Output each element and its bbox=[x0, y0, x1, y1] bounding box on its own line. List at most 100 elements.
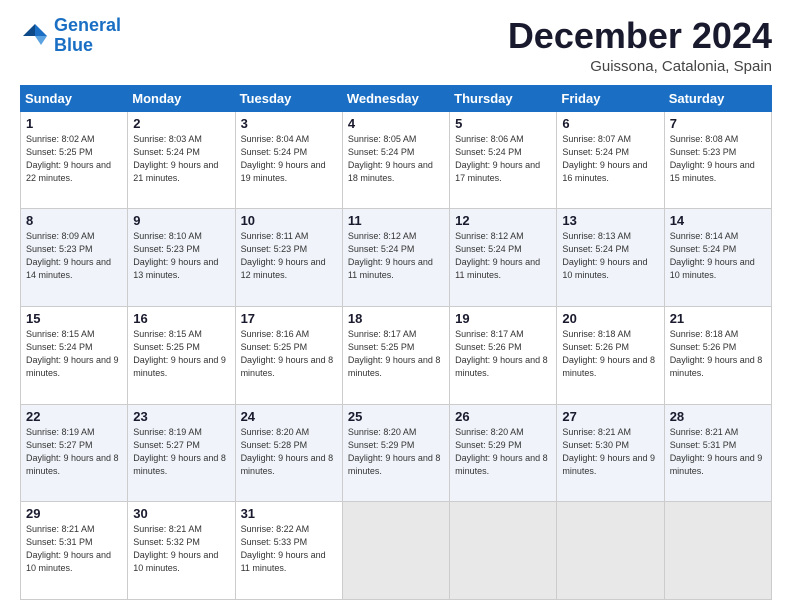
day-info: Sunrise: 8:13 AMSunset: 5:24 PMDaylight:… bbox=[562, 231, 647, 280]
calendar-cell: 25 Sunrise: 8:20 AMSunset: 5:29 PMDaylig… bbox=[342, 404, 449, 502]
day-number: 19 bbox=[455, 311, 551, 326]
day-number: 13 bbox=[562, 213, 658, 228]
calendar-cell: 20 Sunrise: 8:18 AMSunset: 5:26 PMDaylig… bbox=[557, 306, 664, 404]
day-number: 17 bbox=[241, 311, 337, 326]
col-sunday: Sunday bbox=[21, 85, 128, 111]
day-info: Sunrise: 8:03 AMSunset: 5:24 PMDaylight:… bbox=[133, 134, 218, 183]
day-number: 1 bbox=[26, 116, 122, 131]
col-thursday: Thursday bbox=[450, 85, 557, 111]
day-info: Sunrise: 8:17 AMSunset: 5:26 PMDaylight:… bbox=[455, 329, 548, 378]
col-saturday: Saturday bbox=[664, 85, 771, 111]
calendar-cell: 31 Sunrise: 8:22 AMSunset: 5:33 PMDaylig… bbox=[235, 502, 342, 600]
calendar-cell: 26 Sunrise: 8:20 AMSunset: 5:29 PMDaylig… bbox=[450, 404, 557, 502]
day-info: Sunrise: 8:18 AMSunset: 5:26 PMDaylight:… bbox=[562, 329, 655, 378]
calendar-cell: 17 Sunrise: 8:16 AMSunset: 5:25 PMDaylig… bbox=[235, 306, 342, 404]
calendar-week-2: 8 Sunrise: 8:09 AMSunset: 5:23 PMDayligh… bbox=[21, 209, 772, 307]
day-number: 16 bbox=[133, 311, 229, 326]
col-tuesday: Tuesday bbox=[235, 85, 342, 111]
calendar-cell: 30 Sunrise: 8:21 AMSunset: 5:32 PMDaylig… bbox=[128, 502, 235, 600]
day-number: 11 bbox=[348, 213, 444, 228]
calendar-week-1: 1 Sunrise: 8:02 AMSunset: 5:25 PMDayligh… bbox=[21, 111, 772, 209]
day-info: Sunrise: 8:07 AMSunset: 5:24 PMDaylight:… bbox=[562, 134, 647, 183]
day-number: 28 bbox=[670, 409, 766, 424]
weekday-header-row: Sunday Monday Tuesday Wednesday Thursday… bbox=[21, 85, 772, 111]
day-number: 9 bbox=[133, 213, 229, 228]
day-number: 10 bbox=[241, 213, 337, 228]
day-info: Sunrise: 8:18 AMSunset: 5:26 PMDaylight:… bbox=[670, 329, 763, 378]
day-number: 30 bbox=[133, 506, 229, 521]
day-info: Sunrise: 8:08 AMSunset: 5:23 PMDaylight:… bbox=[670, 134, 755, 183]
logo: General Blue bbox=[20, 16, 121, 56]
day-info: Sunrise: 8:20 AMSunset: 5:29 PMDaylight:… bbox=[455, 427, 548, 476]
calendar-cell: 11 Sunrise: 8:12 AMSunset: 5:24 PMDaylig… bbox=[342, 209, 449, 307]
day-info: Sunrise: 8:21 AMSunset: 5:31 PMDaylight:… bbox=[26, 524, 111, 573]
day-info: Sunrise: 8:05 AMSunset: 5:24 PMDaylight:… bbox=[348, 134, 433, 183]
calendar-cell: 28 Sunrise: 8:21 AMSunset: 5:31 PMDaylig… bbox=[664, 404, 771, 502]
day-number: 4 bbox=[348, 116, 444, 131]
calendar-cell bbox=[342, 502, 449, 600]
logo-icon bbox=[20, 21, 50, 51]
calendar-cell: 3 Sunrise: 8:04 AMSunset: 5:24 PMDayligh… bbox=[235, 111, 342, 209]
calendar-cell: 7 Sunrise: 8:08 AMSunset: 5:23 PMDayligh… bbox=[664, 111, 771, 209]
calendar-cell bbox=[450, 502, 557, 600]
calendar: Sunday Monday Tuesday Wednesday Thursday… bbox=[20, 85, 772, 600]
day-number: 24 bbox=[241, 409, 337, 424]
calendar-cell: 8 Sunrise: 8:09 AMSunset: 5:23 PMDayligh… bbox=[21, 209, 128, 307]
day-info: Sunrise: 8:19 AMSunset: 5:27 PMDaylight:… bbox=[26, 427, 119, 476]
page: General Blue December 2024 Guissona, Cat… bbox=[0, 0, 792, 612]
calendar-cell: 13 Sunrise: 8:13 AMSunset: 5:24 PMDaylig… bbox=[557, 209, 664, 307]
calendar-cell bbox=[664, 502, 771, 600]
day-number: 31 bbox=[241, 506, 337, 521]
day-number: 6 bbox=[562, 116, 658, 131]
day-number: 20 bbox=[562, 311, 658, 326]
day-number: 18 bbox=[348, 311, 444, 326]
day-number: 2 bbox=[133, 116, 229, 131]
day-info: Sunrise: 8:06 AMSunset: 5:24 PMDaylight:… bbox=[455, 134, 540, 183]
day-number: 15 bbox=[26, 311, 122, 326]
calendar-cell: 9 Sunrise: 8:10 AMSunset: 5:23 PMDayligh… bbox=[128, 209, 235, 307]
day-number: 29 bbox=[26, 506, 122, 521]
calendar-cell: 18 Sunrise: 8:17 AMSunset: 5:25 PMDaylig… bbox=[342, 306, 449, 404]
day-number: 26 bbox=[455, 409, 551, 424]
day-number: 22 bbox=[26, 409, 122, 424]
day-info: Sunrise: 8:11 AMSunset: 5:23 PMDaylight:… bbox=[241, 231, 326, 280]
calendar-cell: 16 Sunrise: 8:15 AMSunset: 5:25 PMDaylig… bbox=[128, 306, 235, 404]
day-info: Sunrise: 8:09 AMSunset: 5:23 PMDaylight:… bbox=[26, 231, 111, 280]
day-number: 12 bbox=[455, 213, 551, 228]
col-friday: Friday bbox=[557, 85, 664, 111]
header: General Blue December 2024 Guissona, Cat… bbox=[20, 16, 772, 75]
day-info: Sunrise: 8:20 AMSunset: 5:28 PMDaylight:… bbox=[241, 427, 334, 476]
calendar-body: 1 Sunrise: 8:02 AMSunset: 5:25 PMDayligh… bbox=[21, 111, 772, 599]
day-number: 27 bbox=[562, 409, 658, 424]
logo-text: General Blue bbox=[54, 16, 121, 56]
day-number: 3 bbox=[241, 116, 337, 131]
calendar-cell: 15 Sunrise: 8:15 AMSunset: 5:24 PMDaylig… bbox=[21, 306, 128, 404]
day-info: Sunrise: 8:17 AMSunset: 5:25 PMDaylight:… bbox=[348, 329, 441, 378]
calendar-cell: 29 Sunrise: 8:21 AMSunset: 5:31 PMDaylig… bbox=[21, 502, 128, 600]
day-info: Sunrise: 8:15 AMSunset: 5:24 PMDaylight:… bbox=[26, 329, 119, 378]
col-monday: Monday bbox=[128, 85, 235, 111]
day-info: Sunrise: 8:14 AMSunset: 5:24 PMDaylight:… bbox=[670, 231, 755, 280]
day-info: Sunrise: 8:16 AMSunset: 5:25 PMDaylight:… bbox=[241, 329, 334, 378]
day-info: Sunrise: 8:21 AMSunset: 5:32 PMDaylight:… bbox=[133, 524, 218, 573]
day-info: Sunrise: 8:22 AMSunset: 5:33 PMDaylight:… bbox=[241, 524, 326, 573]
day-number: 5 bbox=[455, 116, 551, 131]
month-title: December 2024 bbox=[508, 16, 772, 56]
day-number: 8 bbox=[26, 213, 122, 228]
day-info: Sunrise: 8:15 AMSunset: 5:25 PMDaylight:… bbox=[133, 329, 226, 378]
calendar-cell: 12 Sunrise: 8:12 AMSunset: 5:24 PMDaylig… bbox=[450, 209, 557, 307]
day-info: Sunrise: 8:20 AMSunset: 5:29 PMDaylight:… bbox=[348, 427, 441, 476]
day-number: 14 bbox=[670, 213, 766, 228]
calendar-cell: 19 Sunrise: 8:17 AMSunset: 5:26 PMDaylig… bbox=[450, 306, 557, 404]
col-wednesday: Wednesday bbox=[342, 85, 449, 111]
calendar-cell: 22 Sunrise: 8:19 AMSunset: 5:27 PMDaylig… bbox=[21, 404, 128, 502]
calendar-cell: 2 Sunrise: 8:03 AMSunset: 5:24 PMDayligh… bbox=[128, 111, 235, 209]
day-info: Sunrise: 8:21 AMSunset: 5:30 PMDaylight:… bbox=[562, 427, 655, 476]
calendar-cell: 5 Sunrise: 8:06 AMSunset: 5:24 PMDayligh… bbox=[450, 111, 557, 209]
title-area: December 2024 Guissona, Catalonia, Spain bbox=[508, 16, 772, 75]
calendar-cell: 21 Sunrise: 8:18 AMSunset: 5:26 PMDaylig… bbox=[664, 306, 771, 404]
day-number: 21 bbox=[670, 311, 766, 326]
calendar-week-5: 29 Sunrise: 8:21 AMSunset: 5:31 PMDaylig… bbox=[21, 502, 772, 600]
calendar-cell: 27 Sunrise: 8:21 AMSunset: 5:30 PMDaylig… bbox=[557, 404, 664, 502]
day-info: Sunrise: 8:10 AMSunset: 5:23 PMDaylight:… bbox=[133, 231, 218, 280]
